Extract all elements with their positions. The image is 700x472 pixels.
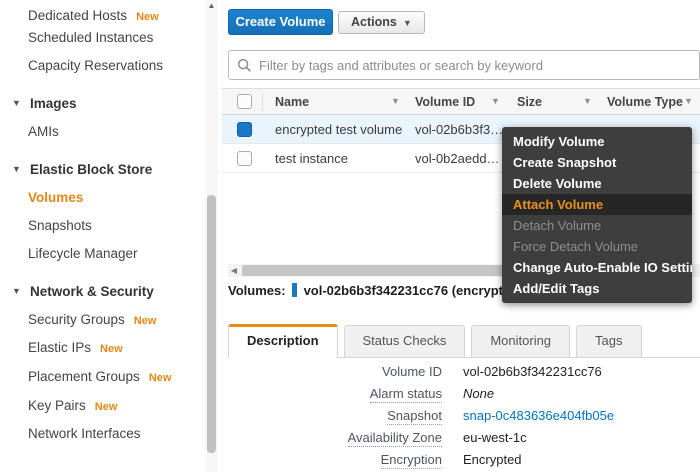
chevron-down-icon: ▼ — [12, 286, 21, 296]
selection-status-bar: Volumes: vol-02b6b3f342231cc76 (encrypt — [228, 283, 503, 299]
column-header-name[interactable]: Name — [275, 95, 309, 109]
tab-monitoring[interactable]: Monitoring — [471, 325, 571, 357]
sidebar-scrollbar-thumb[interactable] — [207, 195, 216, 453]
sidebar-item-capacity-reservations[interactable]: Capacity Reservations — [0, 58, 200, 73]
menu-item-modify-volume[interactable]: Modify Volume — [502, 131, 692, 152]
menu-item-change-auto-enable-io[interactable]: Change Auto-Enable IO Setting — [502, 257, 692, 278]
detail-encryption: Encryption Encrypted — [222, 452, 700, 470]
detail-availability-zone: Availability Zone eu-west-1c — [222, 430, 700, 448]
menu-item-detach-volume: Detach Volume — [513, 218, 602, 233]
menu-item-add-edit-tags[interactable]: Add/Edit Tags — [502, 278, 692, 299]
column-header-size[interactable]: Size — [517, 95, 542, 109]
new-badge: New — [100, 343, 123, 355]
tab-description[interactable]: Description — [228, 324, 338, 358]
column-header-volume-type[interactable]: Volume Type — [607, 95, 683, 109]
detail-label: Encryption — [380, 452, 442, 469]
sidebar-section-elastic-block-store[interactable]: ▼ Elastic Block Store — [0, 162, 200, 177]
scroll-left-arrow-icon[interactable]: ◀ — [228, 264, 240, 277]
create-volume-button[interactable]: Create Volume — [228, 9, 333, 35]
detail-value: Encrypted — [463, 452, 522, 467]
sidebar-item-dedicated-hosts[interactable]: Dedicated Hosts New — [0, 8, 200, 23]
cell-name: test instance — [275, 151, 348, 166]
search-icon — [237, 58, 251, 72]
menu-item-force-detach-volume: Force Detach Volume — [513, 239, 639, 254]
sidebar-item-amis[interactable]: AMIs — [0, 124, 200, 139]
sidebar-item-key-pairs[interactable]: Key Pairs New — [0, 398, 200, 413]
sidebar-item-snapshots[interactable]: Snapshots — [0, 218, 200, 233]
sidebar-item-placement-groups[interactable]: Placement Groups New — [0, 369, 200, 384]
sidebar-item-network-interfaces[interactable]: Network Interfaces — [0, 426, 200, 441]
chevron-down-icon: ▼ — [402, 18, 412, 28]
horizontal-scrollbar-thumb[interactable] — [242, 265, 510, 276]
select-all-checkbox[interactable] — [237, 94, 252, 109]
sidebar-item-elastic-ips[interactable]: Elastic IPs New — [0, 340, 200, 355]
row-checkbox-checked[interactable] — [237, 122, 252, 137]
sort-icon[interactable]: ▼ — [583, 96, 592, 106]
sidebar-nav: Dedicated Hosts New Scheduled Instances C… — [0, 0, 222, 472]
menu-item-delete-volume[interactable]: Delete Volume — [502, 173, 692, 194]
new-badge: New — [136, 11, 159, 23]
detail-volume-id: Volume ID vol-02b6b3f342231cc76 — [222, 364, 700, 382]
detail-label: Availability Zone — [347, 430, 442, 447]
sidebar-item-security-groups[interactable]: Security Groups New — [0, 312, 200, 327]
filter-bar — [228, 50, 700, 80]
selected-volume-text: vol-02b6b3f342231cc76 (encrypt — [303, 283, 504, 298]
menu-item-create-snapshot[interactable]: Create Snapshot — [502, 152, 692, 173]
detail-tabs: Description Status Checks Monitoring Tag… — [228, 324, 700, 358]
ec2-console-volumes-page: Dedicated Hosts New Scheduled Instances C… — [0, 0, 700, 472]
cell-volume-id: vol-02b6b3f3… — [415, 122, 504, 137]
chevron-down-icon: ▼ — [12, 98, 21, 108]
table-header: Name ▼ Volume ID ▼ Size ▼ Volume Type ▼ — [222, 88, 700, 115]
detail-snapshot: Snapshot snap-0c483636e404fb05e — [222, 408, 700, 426]
sort-icon[interactable]: ▼ — [491, 96, 500, 106]
new-badge: New — [94, 401, 118, 413]
tab-status-checks[interactable]: Status Checks — [343, 325, 466, 357]
detail-value: vol-02b6b3f342231cc76 — [463, 364, 602, 379]
scroll-up-arrow-icon[interactable]: ▲ — [205, 1, 218, 10]
detail-value: eu-west-1c — [463, 430, 527, 445]
sidebar-section-network-security[interactable]: ▼ Network & Security — [0, 284, 200, 299]
selection-prefix: Volumes: — [228, 283, 286, 298]
sidebar-item-scheduled-instances[interactable]: Scheduled Instances — [0, 30, 200, 45]
snapshot-link[interactable]: snap-0c483636e404fb05e — [463, 408, 614, 423]
detail-label: Snapshot — [387, 408, 442, 425]
tab-tags[interactable]: Tags — [576, 325, 642, 357]
volume-context-menu: Modify Volume Create Snapshot Delete Vol… — [502, 127, 692, 303]
actions-dropdown-button[interactable]: Actions ▼ — [338, 11, 425, 34]
menu-item-attach-volume[interactable]: Attach Volume — [502, 194, 692, 215]
sidebar-item-lifecycle-manager[interactable]: Lifecycle Manager — [0, 246, 200, 261]
detail-label: Alarm status — [369, 386, 442, 403]
new-badge: New — [148, 372, 172, 384]
detail-value: None — [463, 386, 495, 401]
selection-marker — [291, 283, 297, 297]
cell-volume-id: vol-0b2aedd… — [415, 151, 500, 166]
sidebar-scrollbar[interactable]: ▲ — [205, 0, 218, 472]
chevron-down-icon: ▼ — [12, 164, 21, 174]
column-divider — [262, 94, 263, 111]
cell-name: encrypted test volume — [275, 122, 403, 137]
sort-icon[interactable]: ▼ — [684, 96, 693, 106]
detail-label: Volume ID — [382, 364, 442, 379]
detail-alarm-status: Alarm status None — [222, 386, 700, 404]
row-checkbox[interactable] — [237, 151, 252, 166]
sort-icon[interactable]: ▼ — [391, 96, 400, 106]
column-header-volume-id[interactable]: Volume ID — [415, 95, 475, 109]
sidebar-section-images[interactable]: ▼ Images — [0, 96, 200, 111]
sidebar-item-volumes[interactable]: Volumes — [0, 190, 200, 205]
filter-input[interactable] — [259, 57, 691, 73]
new-badge: New — [133, 315, 157, 327]
